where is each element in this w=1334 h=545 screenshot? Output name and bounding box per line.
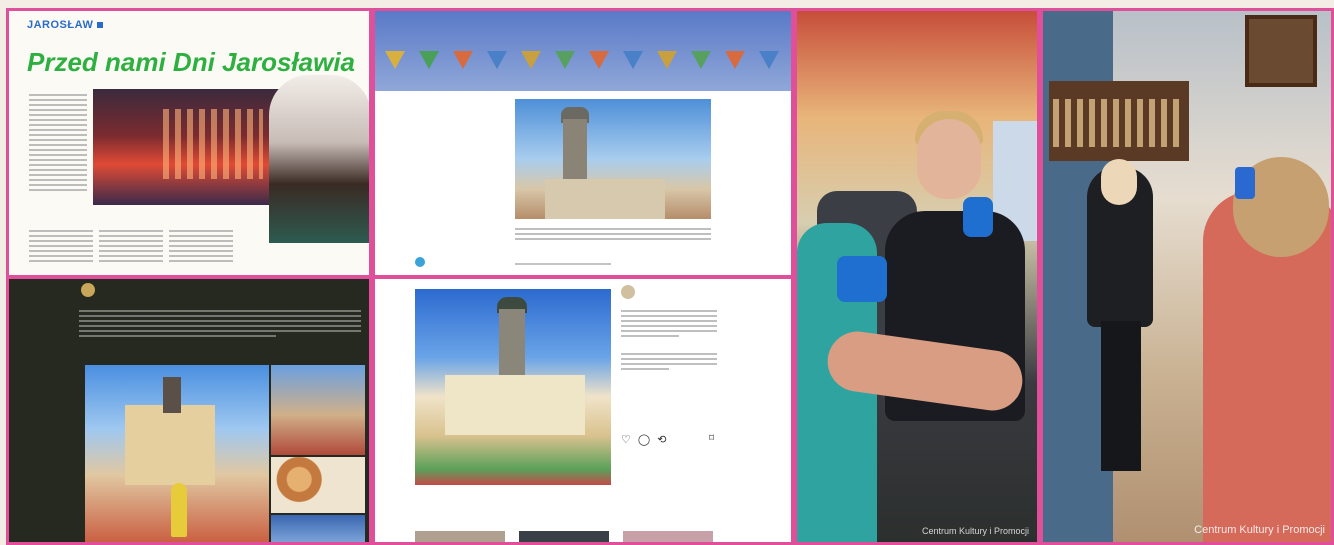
newspaper-lead-column [29, 91, 87, 194]
newspaper-section-label: JAROSŁAW [27, 19, 104, 31]
article-banner [375, 11, 791, 91]
newspaper-text-column [99, 227, 163, 265]
post-actions[interactable]: ♡ ◯ ⟲ [621, 433, 669, 446]
town-square-photo [85, 365, 269, 542]
photo-credit: Centrum Kultury i Promocji [921, 526, 1029, 536]
standing-woman-legs [1101, 321, 1141, 471]
phone-icon [1235, 167, 1255, 199]
window-frame [1245, 15, 1317, 87]
post-comments [621, 307, 717, 373]
balcony-balusters [1053, 99, 1185, 147]
section-square-icon [97, 22, 104, 29]
bookmark-icon[interactable]: ⌑ [709, 433, 714, 444]
social-post-screenshot [6, 276, 372, 545]
profile-avatar [81, 283, 95, 297]
radio-interview-photo: Centrum Kultury i Promocji [794, 8, 1040, 545]
sky-photo [271, 515, 365, 542]
phone-recording-photo: Centrum Kultury i Promocji [1040, 8, 1334, 545]
newspaper-headline: Przed nami Dni Jarosławia [27, 47, 356, 77]
photo-post-screenshot: ♡ ◯ ⟲ ⌑ [372, 276, 794, 545]
newspaper-clipping: JAROSŁAW Przed nami Dni Jarosławia [6, 8, 372, 278]
photo-credit: Centrum Kultury i Promocji [1194, 524, 1325, 536]
singer-portrait-photo [269, 75, 369, 243]
web-article-screenshot [372, 8, 794, 278]
user-avatar [621, 285, 635, 299]
town-hall-post-photo [415, 289, 611, 485]
standing-woman-head [1101, 159, 1137, 205]
newspaper-section-text: JAROSŁAW [27, 19, 94, 31]
town-hall-photo [515, 99, 711, 219]
microphone-icon [837, 256, 887, 302]
microphone-icon [963, 197, 993, 237]
post-text [79, 307, 361, 340]
bunting-flags [375, 51, 791, 73]
related-posts-row [415, 523, 715, 542]
interviewee-face [917, 119, 981, 199]
market-stalls-photo [271, 365, 365, 455]
share-icon[interactable] [415, 257, 425, 267]
pastries-photo [271, 457, 365, 513]
newspaper-text-column [29, 227, 93, 265]
article-text [515, 225, 711, 243]
article-footer-line [515, 263, 611, 265]
media-collage: JAROSŁAW Przed nami Dni Jarosławia ♡ ◯ ⟲… [0, 0, 1334, 545]
newspaper-text-column [169, 227, 233, 265]
night-square-photo [93, 89, 285, 205]
